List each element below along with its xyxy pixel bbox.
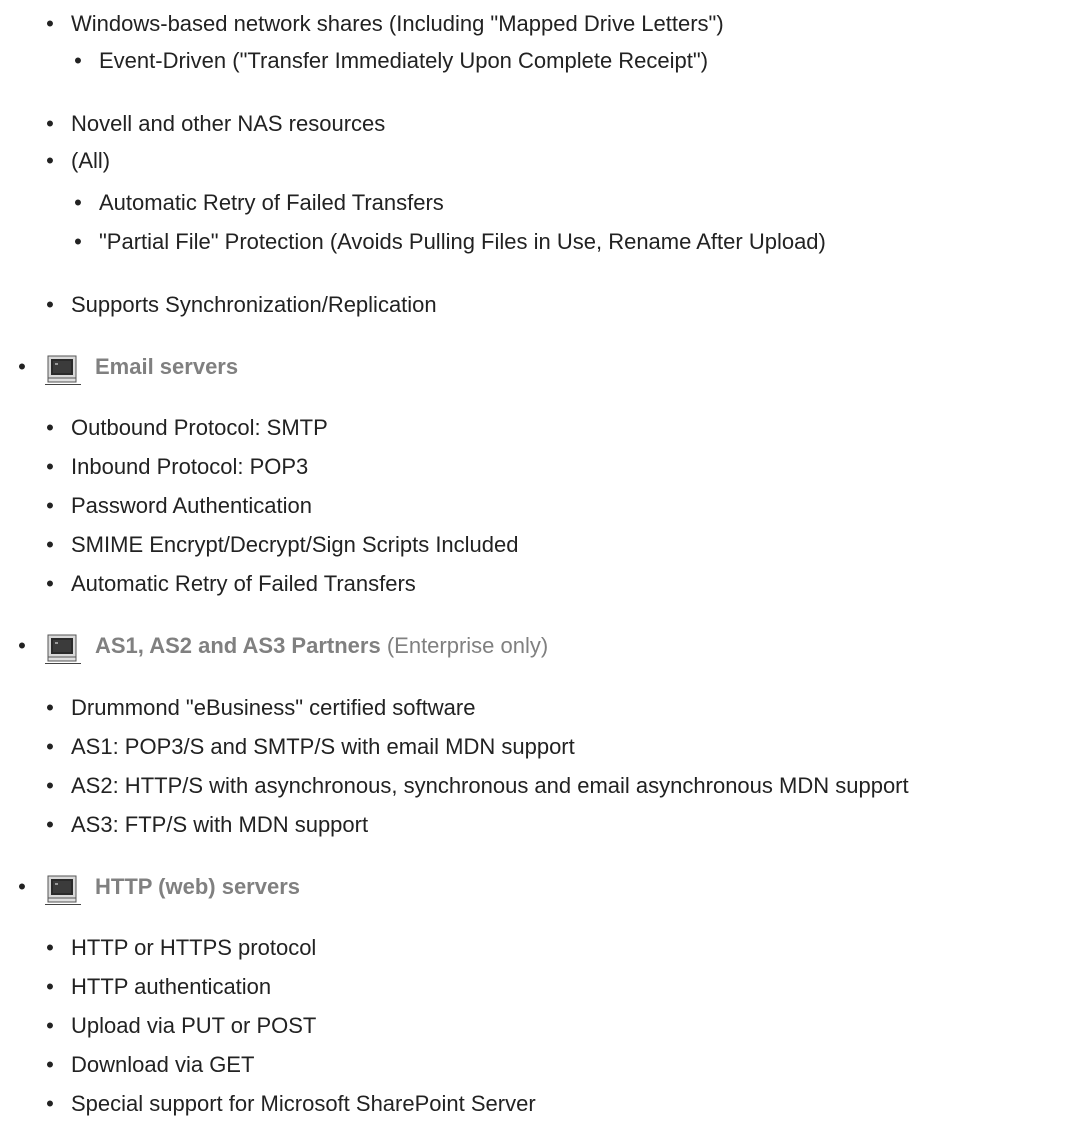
list-item-text: "Partial File" Protection (Avoids Pullin… — [99, 229, 826, 254]
list-item-text: SMIME Encrypt/Decrypt/Sign Scripts Inclu… — [71, 532, 519, 557]
bullet: • — [46, 454, 54, 479]
bullet: • — [46, 292, 54, 317]
list-item-text: Download via GET — [71, 1052, 255, 1077]
list-item-text: AS3: FTP/S with MDN support — [71, 812, 369, 837]
section-title: Email servers — [95, 354, 239, 379]
list-item-text: Password Authentication — [71, 493, 312, 518]
bullet: • — [46, 11, 54, 36]
list-item-text: Automatic Retry of Failed Transfers — [99, 190, 444, 215]
list-item-text: Event-Driven ("Transfer Immediately Upon… — [99, 48, 709, 73]
bullet: • — [46, 493, 54, 518]
list-item-text: HTTP authentication — [71, 974, 272, 999]
list-item-text: Windows-based network shares (Including … — [71, 11, 724, 36]
bullet: • — [46, 974, 54, 999]
bullet: • — [74, 48, 82, 73]
section-note: (Enterprise only) — [386, 633, 549, 658]
bullet: • — [46, 773, 54, 798]
list-item-text: Novell and other NAS resources — [71, 111, 386, 136]
list-item-text: Automatic Retry of Failed Transfers — [71, 571, 416, 596]
section-title: AS1, AS2 and AS3 Partners (Enterprise on… — [95, 633, 549, 658]
bullet: • — [46, 812, 54, 837]
list-item-text: AS1: POP3/S and SMTP/S with email MDN su… — [71, 734, 575, 759]
list-item-text: AS2: HTTP/S with asynchronous, synchrono… — [71, 773, 909, 798]
bullet: • — [46, 695, 54, 720]
bullet: • — [18, 874, 26, 899]
section-title: HTTP (web) servers — [95, 874, 301, 899]
bullet: • — [18, 354, 26, 379]
bullet: • — [46, 415, 54, 440]
bullet: • — [74, 229, 82, 254]
computer-icon — [45, 875, 81, 905]
list-item-text: Inbound Protocol: POP3 — [71, 454, 309, 479]
bullet: • — [46, 1013, 54, 1038]
bullet: • — [46, 111, 54, 136]
bullet: • — [74, 190, 82, 215]
computer-icon — [45, 634, 81, 664]
bullet: • — [46, 148, 54, 173]
bullet: • — [46, 571, 54, 596]
bullet: • — [18, 633, 26, 658]
list-item-text: Supports Synchronization/Replication — [71, 292, 437, 317]
bullet: • — [46, 734, 54, 759]
list-item-text: Special support for Microsoft SharePoint… — [71, 1091, 536, 1116]
bullet: • — [46, 532, 54, 557]
computer-icon — [45, 355, 81, 385]
list-item-text: (All) — [71, 148, 111, 173]
list-item-text: HTTP or HTTPS protocol — [71, 935, 317, 960]
bullet: • — [46, 1052, 54, 1077]
list-item-text: Upload via PUT or POST — [71, 1013, 317, 1038]
bullet: • — [46, 935, 54, 960]
list-item-text: Drummond "eBusiness" certified software — [71, 695, 476, 720]
list-item-text: Outbound Protocol: SMTP — [71, 415, 328, 440]
bullet: • — [46, 1091, 54, 1116]
